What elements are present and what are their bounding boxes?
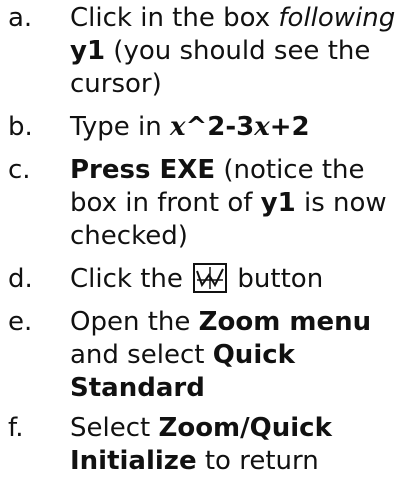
step-text: Click in the box following y1 (you shoul… bbox=[70, 3, 396, 99]
step-text: Press EXE (notice the box in front of y1… bbox=[70, 155, 387, 251]
emphasis-following: following bbox=[278, 3, 396, 33]
step-text: Select Zoom/Quick Initialize to return bbox=[70, 413, 332, 476]
step-marker: b. bbox=[8, 112, 33, 142]
step-marker: a. bbox=[8, 3, 33, 33]
zoom-menu-label: Zoom menu bbox=[198, 307, 372, 337]
step-text: Open the Zoom menu and select Quick Stan… bbox=[70, 307, 372, 403]
graph-icon bbox=[193, 263, 228, 293]
step-text: Type in x^2-3x+2 bbox=[70, 112, 310, 142]
step-marker: f. bbox=[8, 413, 24, 443]
step-marker: c. bbox=[8, 155, 31, 185]
step-text: Click the button bbox=[70, 263, 324, 294]
press-exe-label: Press EXE bbox=[70, 155, 216, 185]
step-marker: d. bbox=[8, 264, 33, 294]
standard-label: Standard bbox=[70, 373, 205, 403]
quick-label: Quick bbox=[212, 340, 295, 370]
y1-label: y1 bbox=[70, 36, 106, 66]
zoom-quick-label: Zoom/Quick bbox=[158, 413, 332, 443]
step-marker: e. bbox=[8, 307, 33, 337]
expression-input-text: x^2-3x+2 bbox=[169, 112, 310, 142]
y1-label: y1 bbox=[260, 188, 296, 218]
